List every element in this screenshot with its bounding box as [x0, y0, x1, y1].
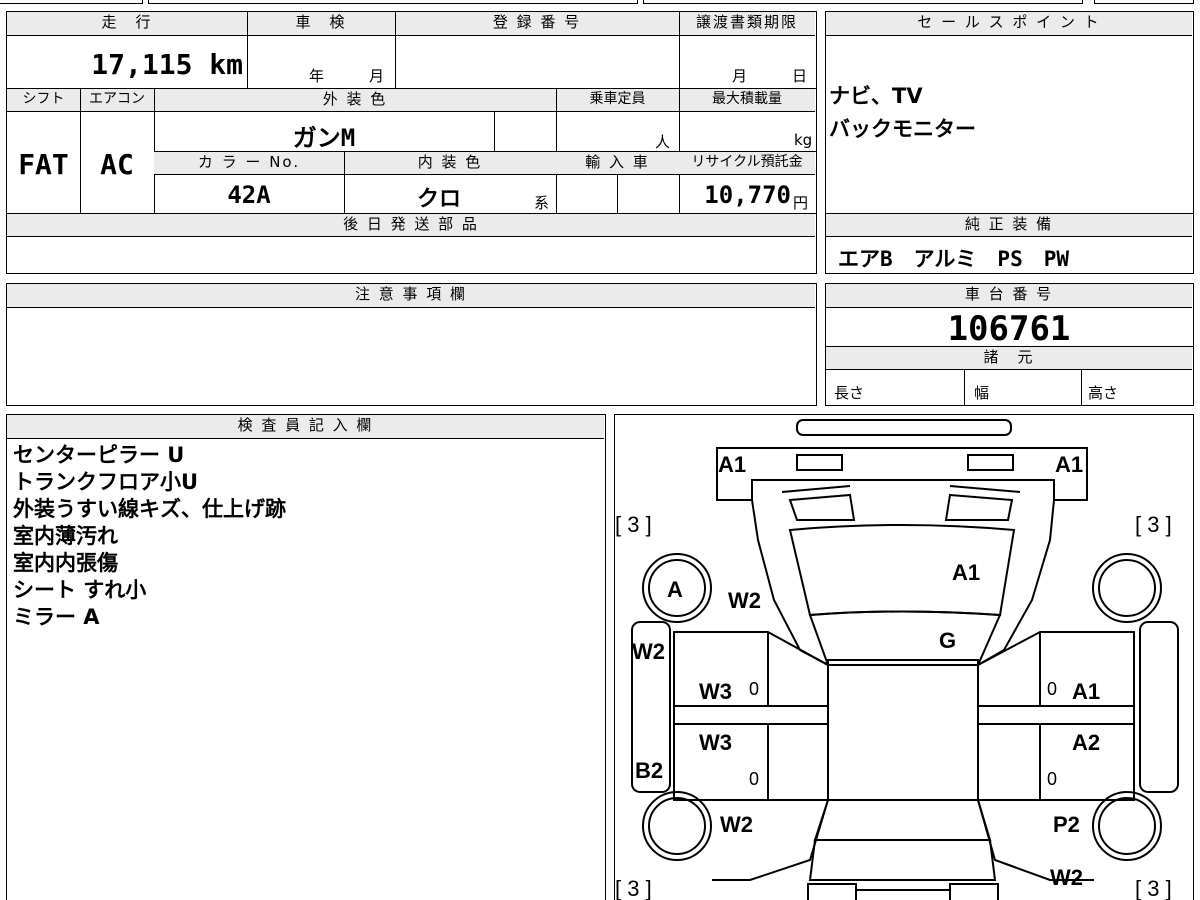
damage-wheel-fl: A: [667, 577, 683, 602]
damage-door-fr: A1: [1072, 679, 1100, 704]
exterior-header: 外 装 色: [154, 89, 556, 112]
aircon-header: エアコン: [80, 89, 154, 112]
transfer-day: 日: [792, 67, 808, 85]
recycle-unit: 円: [793, 194, 809, 212]
inspector-note: シート すれ小: [13, 578, 147, 602]
zero-fr: 0: [1047, 679, 1057, 699]
chassis-box: 車 台 番 号 106761 諸 元 長さ 幅 高さ: [825, 283, 1194, 406]
inspector-note: 室内内張傷: [13, 551, 118, 575]
tread-fr: [ 3 ]: [1135, 512, 1172, 537]
damage-a1-front-left: A1: [718, 452, 746, 477]
inspector-note: 室内薄汚れ: [13, 524, 118, 548]
damage-door-rl: W3: [699, 730, 732, 755]
damage-rocker-upper-l: W2: [632, 639, 665, 664]
inspection-year: 年: [309, 67, 325, 85]
tread-rl: [ 3 ]: [615, 876, 652, 900]
load-unit: kg: [794, 131, 813, 149]
interior-value: クロ: [416, 187, 461, 212]
damage-hood: A1: [952, 560, 980, 585]
chassis-header: 車 台 番 号: [826, 284, 1192, 308]
damage-quarter-rr: P2: [1053, 812, 1080, 837]
inspector-header: 検 査 員 記 入 欄: [7, 415, 604, 439]
top-strip-right: [643, 0, 1083, 4]
inspector-note: ミラー A: [13, 605, 100, 629]
genuine-header: 純 正 装 備: [826, 214, 1192, 237]
odometer-header: 走 行: [7, 12, 247, 36]
transfer-header: 譲渡書類期限: [679, 12, 815, 36]
damage-fender-fl: W2: [728, 588, 761, 613]
later-parts-header: 後 日 発 送 部 品: [7, 214, 815, 237]
spec-height: 高さ: [1088, 384, 1119, 402]
inspector-note: センターピラー U: [13, 443, 185, 467]
inspection-header: 車 検: [247, 12, 395, 36]
zero-rl: 0: [749, 769, 759, 789]
color-no-value: 42A: [227, 181, 271, 209]
sales-point-box: セ ー ル ス ポ イ ン ト ナビ、TV バックモニター 純 正 装 備 エア…: [825, 11, 1194, 274]
shift-value: FAT: [18, 148, 69, 181]
inspection-month: 月: [369, 67, 385, 85]
genuine-equipment: エアB アルミ PS PW: [838, 247, 1070, 271]
capacity-header: 乗車定員: [556, 89, 679, 112]
shift-header: シフト: [7, 89, 80, 112]
color-no-header: カ ラ ー No.: [154, 152, 344, 175]
top-strip-left: [0, 0, 143, 4]
spec-width: 幅: [974, 384, 990, 402]
damage-rocker-l: B2: [635, 758, 663, 783]
caution-header: 注 意 事 項 欄: [7, 284, 815, 308]
top-strip-mid: [148, 0, 638, 4]
damage-door-fl: W3: [699, 679, 732, 704]
import-header: 輸 入 車: [556, 152, 679, 175]
car-diagram: [ 3 ] [ 3 ] [ 3 ] [ 3 ] A1 A1 A W2 A1 G …: [615, 418, 1179, 900]
interior-suffix: 系: [534, 194, 550, 212]
sales-point-2: バックモニター: [829, 117, 976, 141]
caution-box: 注 意 事 項 欄: [6, 283, 817, 406]
tread-fl: [ 3 ]: [615, 512, 652, 537]
inspector-box: 検 査 員 記 入 欄 センターピラー U トランクフロア小U 外装うすい線キズ…: [6, 414, 606, 900]
zero-rr: 0: [1047, 769, 1057, 789]
capacity-unit: 人: [655, 133, 671, 151]
interior-header: 内 装 色: [344, 152, 556, 175]
damage-windshield: G: [939, 628, 956, 653]
recycle-value: 10,770: [704, 181, 791, 209]
transfer-month: 月: [732, 67, 748, 85]
specs-header: 諸 元: [826, 347, 1192, 370]
chassis-number: 106761: [947, 309, 1071, 349]
sales-point-1: ナビ、TV: [829, 84, 923, 108]
tread-rr: [ 3 ]: [1135, 876, 1172, 900]
aircon-value: AC: [100, 148, 134, 181]
inspector-notes: センターピラー U トランクフロア小U 外装うすい線キズ、仕上げ跡 室内薄汚れ …: [13, 442, 286, 631]
damage-diagram-box: [ 3 ] [ 3 ] [ 3 ] [ 3 ] A1 A1 A W2 A1 G …: [614, 414, 1194, 900]
recycle-header: リサイクル預託金: [679, 152, 815, 175]
inspector-note: 外装うすい線キズ、仕上げ跡: [13, 497, 286, 521]
exterior-color-value: ガンM: [292, 124, 356, 152]
odometer-value: 17,115 km: [91, 48, 243, 81]
inspector-note: トランクフロア小U: [13, 470, 199, 494]
sales-header: セ ー ル ス ポ イ ン ト: [826, 12, 1192, 36]
top-strip-far: [1094, 0, 1194, 4]
damage-a1-front-right: A1: [1055, 452, 1083, 477]
max-load-header: 最大積載量: [679, 89, 815, 112]
zero-fl: 0: [749, 679, 759, 699]
registration-header: 登 録 番 号: [395, 12, 679, 36]
damage-door-rr: A2: [1072, 730, 1100, 755]
damage-rear-r: W2: [1050, 865, 1083, 890]
damage-quarter-rl: W2: [720, 812, 753, 837]
spec-length: 長さ: [834, 384, 865, 402]
vehicle-info-table: 走 行 車 検 登 録 番 号 譲渡書類期限 17,115 km 年 月 月 日…: [6, 11, 817, 274]
